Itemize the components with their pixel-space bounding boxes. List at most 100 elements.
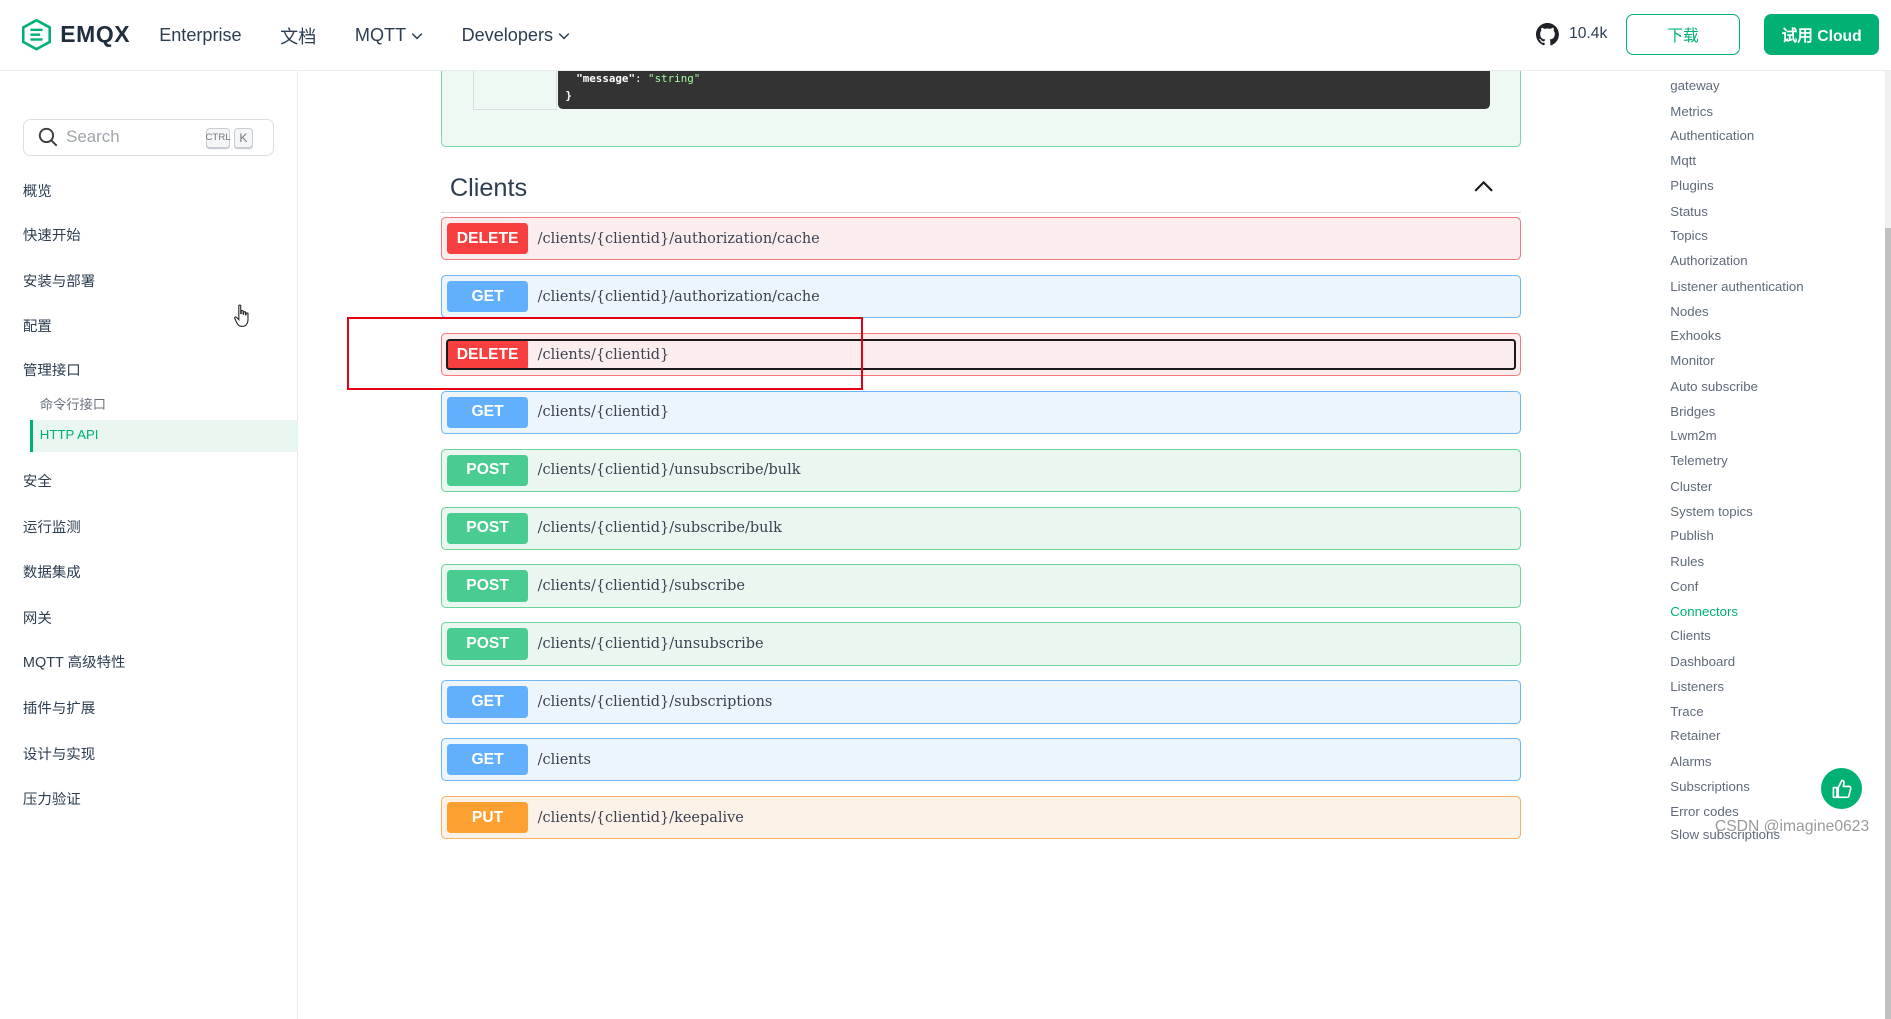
sidebar-item-quick-start[interactable]: 快速开始 (23, 224, 81, 245)
operation-row[interactable]: DELETE /clients/{clientid}/authorization… (441, 217, 1521, 261)
operation-path: /clients/{clientid}/unsubscribe (537, 635, 764, 652)
operation-row[interactable]: GET /clients/{clientid}/authorization/ca… (441, 274, 1521, 319)
sidebar-item-overview[interactable]: 概览 (23, 180, 52, 201)
code-key: } (565, 89, 572, 103)
method-badge-post: POST (447, 628, 528, 660)
sidebar-item-gateway[interactable]: 网关 (23, 607, 52, 628)
operation-row[interactable]: POST /clients/{clientid}/subscribe (441, 564, 1521, 608)
toc-item[interactable]: Trace (1670, 704, 1703, 719)
response-example-code: "message": "string" } (558, 71, 1491, 109)
toc-item[interactable]: Metrics (1670, 104, 1713, 119)
operation-path: /clients/{clientid}/subscriptions (537, 693, 773, 710)
toc-item[interactable]: Clients (1670, 628, 1711, 643)
page-scrollbar[interactable] (1884, 71, 1891, 1019)
nav-enterprise[interactable]: Enterprise (159, 23, 241, 49)
toc-item[interactable]: Conf (1670, 579, 1698, 594)
download-button[interactable]: 下载 (1625, 14, 1741, 56)
chevron-up-icon[interactable] (1474, 180, 1493, 192)
method-badge-get: GET (447, 280, 528, 313)
sidebar-subitem-http-api[interactable]: HTTP API (40, 427, 99, 442)
toc-item[interactable]: Telemetry (1670, 453, 1727, 468)
sidebar-item-plugins[interactable]: 插件与扩展 (23, 697, 95, 718)
operation-row[interactable]: GET /clients/{clientid} (441, 390, 1521, 435)
toc-item[interactable]: Alarms (1670, 754, 1711, 769)
toc-item[interactable]: Topics (1670, 228, 1708, 243)
operation-row[interactable]: PUT /clients/{clientid}/keepalive (441, 795, 1521, 840)
try-cloud-button[interactable]: 试用 Cloud (1764, 14, 1879, 56)
sidebar-item-deploy[interactable]: 安装与部署 (23, 270, 95, 291)
operation-row[interactable]: DELETE /clients/{clientid} (441, 332, 1521, 377)
sidebar-item-admin[interactable]: 管理接口 (23, 359, 81, 380)
shortcut-ctrl-key: CTRL (205, 127, 231, 149)
thumbs-up-icon (1832, 779, 1852, 798)
toc-item[interactable]: Exhooks (1670, 328, 1721, 343)
operation-path: /clients/{clientid}/authorization/cache (537, 230, 820, 247)
section-title-clients[interactable]: Clients (450, 174, 527, 203)
method-badge-post: POST (447, 570, 528, 602)
hand-cursor-icon (234, 304, 249, 327)
toc-item[interactable]: Listeners (1670, 679, 1724, 694)
method-badge-post: POST (447, 454, 528, 486)
code-line: } (565, 88, 1483, 105)
method-badge-get: GET (447, 744, 528, 776)
toc-item[interactable]: Cluster (1670, 479, 1712, 494)
toc-item[interactable]: Dashboard (1670, 654, 1735, 669)
emqx-logo[interactable]: EMQX (21, 19, 131, 51)
operation-path: /clients/{clientid} (537, 404, 670, 421)
shortcut-k-key: K (233, 127, 254, 149)
toc-item[interactable]: Rules (1670, 554, 1704, 569)
toc-item[interactable]: Subscriptions (1670, 779, 1750, 794)
nav-label: Developers (461, 25, 554, 46)
toc-item[interactable]: Plugins (1670, 178, 1713, 193)
watermark-text: CSDN @imagine0623 (1714, 817, 1870, 835)
toc-item[interactable]: Mqtt (1670, 153, 1696, 168)
search-icon (39, 128, 58, 147)
sidebar-subitem-cli[interactable]: 命令行接口 (40, 394, 106, 413)
sidebar-item-config[interactable]: 配置 (23, 315, 52, 336)
operation-row[interactable]: POST /clients/{clientid}/unsubscribe/bul… (441, 448, 1521, 493)
toc-item-active[interactable]: Connectors (1670, 604, 1738, 619)
code-value: "string" (648, 72, 701, 86)
sidebar-item-security[interactable]: 安全 (23, 470, 52, 491)
sidebar-item-monitoring[interactable]: 运行监测 (23, 516, 81, 537)
toc-item[interactable]: Authentication (1670, 128, 1754, 143)
toc-item[interactable]: Monitor (1670, 353, 1714, 368)
toc-item[interactable]: Bridges (1670, 404, 1715, 419)
toc-item[interactable]: gateway (1670, 78, 1719, 93)
sidebar-item-benchmark[interactable]: 压力验证 (23, 788, 81, 809)
toc-item[interactable]: Nodes (1670, 304, 1708, 319)
scrollbar-thumb[interactable] (1884, 227, 1891, 1019)
toc-item[interactable]: Listener authentication (1670, 279, 1803, 294)
sidebar-item-mqtt-advanced[interactable]: MQTT 高级特性 (23, 651, 126, 672)
operation-row[interactable]: POST /clients/{clientid}/unsubscribe (441, 622, 1521, 666)
main-nav: Enterprise 文档 MQTT Developers (159, 23, 608, 49)
operation-row[interactable]: GET /clients/{clientid}/subscriptions (441, 680, 1521, 724)
operation-row[interactable]: GET /clients (441, 738, 1521, 782)
toc-item[interactable]: Authorization (1670, 253, 1747, 268)
toc-item[interactable]: Status (1670, 204, 1708, 219)
operation-path: /clients/{clientid}/subscribe/bulk (537, 520, 782, 537)
nav-developers[interactable]: Developers (462, 23, 570, 49)
toc-item[interactable]: Retainer (1670, 728, 1720, 743)
method-badge-get: GET (447, 686, 528, 718)
toc-item[interactable]: Auto subscribe (1670, 379, 1758, 394)
operation-path: /clients/{clientid}/authorization/cache (537, 288, 820, 305)
nav-mqtt[interactable]: MQTT (355, 23, 423, 49)
operation-path: /clients/{clientid} (537, 346, 670, 363)
toc-item[interactable]: System topics (1670, 504, 1752, 519)
sidebar-item-data-integration[interactable]: 数据集成 (23, 561, 81, 582)
nav-docs[interactable]: 文档 (280, 23, 316, 49)
toc-item[interactable]: Publish (1670, 528, 1713, 543)
like-button[interactable] (1821, 768, 1863, 810)
method-badge-post: POST (447, 512, 528, 544)
toc-item[interactable]: Lwm2m (1670, 428, 1716, 443)
search-box[interactable]: Search CTRL K (22, 119, 274, 156)
method-badge-delete: DELETE (447, 223, 528, 255)
operation-path: /clients (537, 751, 591, 768)
logo-text: EMQX (60, 21, 131, 48)
github-link[interactable]: 10.4k (1536, 22, 1607, 46)
method-badge-delete: DELETE (447, 338, 528, 371)
operation-row[interactable]: POST /clients/{clientid}/subscribe/bulk (441, 506, 1521, 550)
sidebar-item-design[interactable]: 设计与实现 (23, 743, 95, 764)
nav-label: MQTT (354, 25, 407, 46)
